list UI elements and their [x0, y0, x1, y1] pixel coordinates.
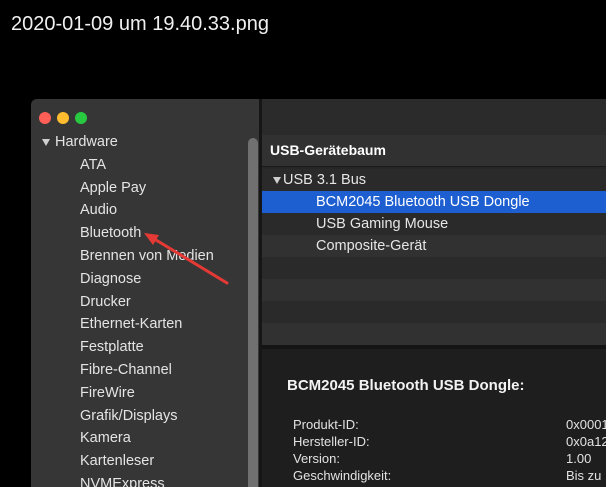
sidebar-item-festplatte[interactable]: Festplatte: [31, 336, 246, 359]
screenshot-file-title: 2020-01-09 um 19.40.33.png: [11, 13, 269, 35]
sidebar-item-nvmexpress[interactable]: NVMExpress: [31, 473, 246, 487]
property-key: Version:: [293, 451, 340, 466]
sidebar-item-kamera[interactable]: Kamera: [31, 427, 246, 450]
sidebar-item-kartenleser[interactable]: Kartenleser: [31, 450, 246, 473]
sidebar-item-drucker[interactable]: Drucker: [31, 291, 246, 314]
tree-row-empty: [262, 257, 606, 279]
zoom-icon[interactable]: [75, 112, 87, 124]
property-row: Hersteller-ID: 0x0a12: [262, 433, 606, 450]
image-border: [606, 0, 612, 487]
tree-row-label: BCM2045 Bluetooth USB Dongle: [316, 194, 530, 210]
property-key: Produkt-ID:: [293, 417, 359, 432]
system-information-window: Hardware ATA Apple Pay Audio Bluetooth B…: [31, 99, 606, 487]
sidebar-item-fibre-channel[interactable]: Fibre-Channel: [31, 359, 246, 382]
property-row: Produkt-ID: 0x0001: [262, 416, 606, 433]
sidebar-item-brennen-von-medien[interactable]: Brennen von Medien: [31, 245, 246, 268]
sidebar-item-bluetooth[interactable]: Bluetooth: [31, 222, 246, 245]
sidebar-item-ata[interactable]: ATA: [31, 154, 246, 177]
sidebar-section-hardware[interactable]: Hardware: [31, 131, 246, 154]
content-pane: USB-Gerätebaum USB 3.1 Bus BCM2045 Bluet…: [262, 99, 606, 487]
property-key: Geschwindigkeit:: [293, 468, 392, 483]
property-row: Geschwindigkeit: Bis zu 1: [262, 467, 606, 484]
sidebar-item-apple-pay[interactable]: Apple Pay: [31, 177, 246, 200]
sidebar-item-firewire[interactable]: FireWire: [31, 382, 246, 405]
sidebar-item-grafik-displays[interactable]: Grafik/Displays: [31, 405, 246, 428]
disclosure-triangle-icon[interactable]: [273, 177, 281, 184]
tree-row-label: USB Gaming Mouse: [316, 216, 449, 232]
tree-header[interactable]: USB-Gerätebaum: [262, 135, 606, 167]
sidebar: Hardware ATA Apple Pay Audio Bluetooth B…: [31, 99, 259, 487]
detail-panel: BCM2045 Bluetooth USB Dongle: Produkt-ID…: [262, 349, 606, 487]
property-key: Hersteller-ID:: [293, 434, 370, 449]
sidebar-scrollbar[interactable]: [248, 138, 258, 487]
detail-title: BCM2045 Bluetooth USB Dongle:: [287, 377, 525, 394]
tree-row-usb-bus[interactable]: USB 3.1 Bus: [262, 169, 606, 191]
sidebar-item-diagnose[interactable]: Diagnose: [31, 268, 246, 291]
property-value: 0x0a12: [566, 434, 606, 449]
tree-row-device[interactable]: USB Gaming Mouse: [262, 213, 606, 235]
tree-row-empty: [262, 301, 606, 323]
tree-row-label: USB 3.1 Bus: [283, 172, 367, 188]
sidebar-item-ethernet-karten[interactable]: Ethernet-Karten: [31, 313, 246, 336]
tree-row-empty: [262, 279, 606, 301]
close-icon[interactable]: [39, 112, 51, 124]
property-value: Bis zu 1: [566, 468, 606, 483]
sidebar-item-audio[interactable]: Audio: [31, 199, 246, 222]
usb-device-tree: USB 3.1 Bus BCM2045 Bluetooth USB Dongle…: [262, 169, 606, 345]
sidebar-list: Hardware ATA Apple Pay Audio Bluetooth B…: [31, 131, 246, 487]
disclosure-triangle-icon[interactable]: [42, 139, 50, 146]
sidebar-section-label: Hardware: [55, 134, 118, 150]
property-value: 0x0001: [566, 417, 606, 432]
minimize-icon[interactable]: [57, 112, 69, 124]
tree-row-empty: [262, 323, 606, 345]
property-list: Produkt-ID: 0x0001 Hersteller-ID: 0x0a12…: [262, 416, 606, 484]
property-row: Version: 1.00: [262, 450, 606, 467]
tree-row-label: Composite-Gerät: [316, 238, 427, 254]
toolbar-area: [262, 99, 606, 135]
tree-row-device[interactable]: Composite-Gerät: [262, 235, 606, 257]
tree-row-device[interactable]: BCM2045 Bluetooth USB Dongle: [262, 191, 606, 213]
property-value: 1.00: [566, 451, 592, 466]
tree-header-label: USB-Gerätebaum: [270, 142, 386, 158]
